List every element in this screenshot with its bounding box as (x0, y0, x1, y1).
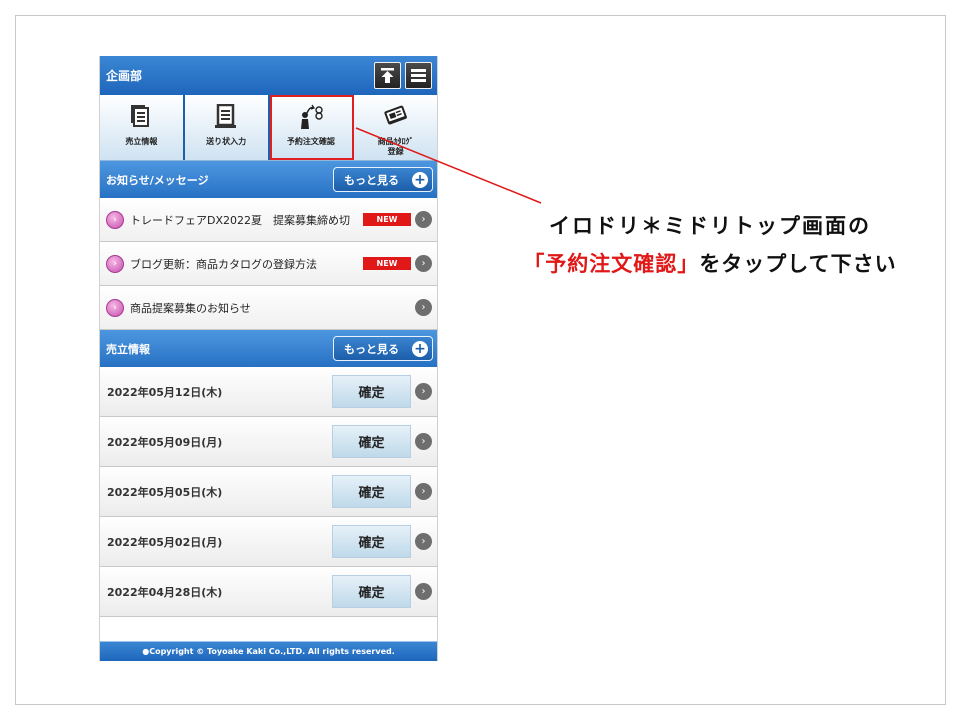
menu-label: 売立情報 (125, 137, 158, 146)
plus-icon: + (412, 340, 428, 357)
person-sprout-icon (294, 101, 328, 131)
sales-date: 2022年05月05日(木) (107, 485, 223, 499)
chevron-right-icon: › (415, 383, 432, 400)
plus-icon: + (412, 171, 428, 188)
sales-row[interactable]: 2022年05月12日(木) 確定 › (100, 367, 437, 417)
menu-item-reservation-confirm[interactable]: 予約注文確認 (269, 95, 355, 160)
news-text: 商品提案募集のお知らせ (130, 301, 251, 315)
callout-line-2: 「予約注文確認」をタップして下さい (470, 248, 950, 278)
hamburger-menu-icon (411, 69, 426, 82)
menu-label: 予約注文確認 (286, 137, 335, 146)
sales-date: 2022年05月09日(月) (107, 435, 223, 449)
sales-section-header: 売立情報 もっと見る + (100, 330, 437, 367)
new-badge: NEW (363, 213, 411, 226)
news-more-button[interactable]: もっと見る + (333, 167, 433, 192)
catalog-book-icon (379, 101, 413, 131)
chevron-right-icon: › (415, 255, 432, 272)
menu-label: 商品ｶﾀﾛｸﾞ 登録 (377, 137, 414, 156)
bullet-icon: › (106, 210, 124, 229)
phone-screen: 企画部 売立情報 送り状入力 予約注文確認 商品ｶﾀﾛｸﾞ 登録 お知らせ/メッ… (99, 56, 438, 661)
section-title: お知らせ/メッセージ (106, 173, 209, 187)
sales-date: 2022年05月12日(木) (107, 385, 223, 399)
bullet-icon: › (106, 254, 124, 273)
news-text: トレードフェアDX2022夏 提案募集締め切 (130, 213, 350, 227)
chevron-right-icon: › (415, 433, 432, 450)
menu-item-sales-info[interactable]: 売立情報 (100, 95, 185, 160)
news-item[interactable]: › ブログ更新：商品カタログの登録方法 NEW › (100, 242, 437, 286)
news-item[interactable]: › 商品提案募集のお知らせ › (100, 286, 437, 330)
news-item[interactable]: › トレードフェアDX2022夏 提案募集締め切 NEW › (100, 198, 437, 242)
confirm-button[interactable]: 確定 (332, 375, 411, 408)
confirm-button[interactable]: 確定 (332, 475, 411, 508)
sales-row[interactable]: 2022年05月05日(木) 確定 › (100, 467, 437, 517)
callout-line-1: イロドリ＊ミドリトップ画面の (549, 214, 871, 238)
main-menu: 売立情報 送り状入力 予約注文確認 商品ｶﾀﾛｸﾞ 登録 (100, 95, 437, 161)
callout-rest: をタップして下さい (699, 252, 897, 276)
menu-button[interactable] (405, 62, 432, 89)
callout-highlight: 「予約注文確認」 (523, 252, 700, 276)
bullet-icon: › (106, 298, 124, 317)
news-section-header: お知らせ/メッセージ もっと見る + (100, 161, 437, 198)
menu-item-invoice-input[interactable]: 送り状入力 (185, 95, 270, 160)
sales-row[interactable]: 2022年04月28日(木) 確定 › (100, 567, 437, 617)
menu-label: 送り状入力 (206, 137, 247, 146)
app-title: 企画部 (106, 69, 143, 83)
confirm-button[interactable]: 確定 (332, 425, 411, 458)
sales-row[interactable]: 2022年05月02日(月) 確定 › (100, 517, 437, 567)
menu-item-catalog-register[interactable]: 商品ｶﾀﾛｸﾞ 登録 (354, 95, 437, 160)
section-title: 売立情報 (106, 342, 150, 356)
app-header: 企画部 (100, 56, 437, 95)
confirm-button[interactable]: 確定 (332, 525, 411, 558)
chevron-right-icon: › (415, 211, 432, 228)
confirm-button[interactable]: 確定 (332, 575, 411, 608)
more-button-label: もっと見る (344, 173, 399, 187)
documents-stack-icon (124, 101, 158, 131)
chevron-right-icon: › (415, 299, 432, 316)
more-button-label: もっと見る (344, 342, 399, 356)
chevron-right-icon: › (415, 483, 432, 500)
instruction-callout: イロドリ＊ミドリトップ画面の 「予約注文確認」をタップして下さい (470, 210, 950, 278)
document-lines-icon (209, 101, 243, 131)
news-text: ブログ更新：商品カタログの登録方法 (130, 257, 317, 271)
new-badge: NEW (363, 257, 411, 270)
sales-date: 2022年05月02日(月) (107, 535, 223, 549)
arrow-up-to-top-icon (381, 68, 394, 83)
scroll-top-button[interactable] (374, 62, 401, 89)
sales-date: 2022年04月28日(木) (107, 585, 223, 599)
chevron-right-icon: › (415, 583, 432, 600)
sales-more-button[interactable]: もっと見る + (333, 336, 433, 361)
footer: ●Copyright © Toyoake Kaki Co.,LTD. All r… (100, 641, 437, 661)
sales-row[interactable]: 2022年05月09日(月) 確定 › (100, 417, 437, 467)
chevron-right-icon: › (415, 533, 432, 550)
